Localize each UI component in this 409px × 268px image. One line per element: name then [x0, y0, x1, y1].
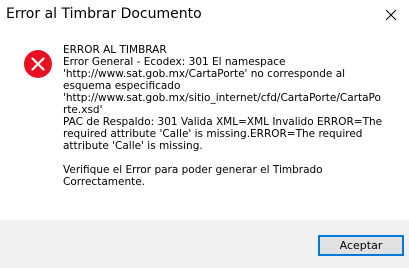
- accept-button[interactable]: Aceptar: [318, 235, 404, 256]
- error-dialog: Error al Timbrar Documento ERROR AL TIMB…: [0, 0, 409, 268]
- error-icon: [24, 50, 52, 78]
- close-button[interactable]: [373, 0, 409, 30]
- message-line: PAC de Respaldo: 301 Valida XML=XML Inva…: [63, 116, 383, 128]
- message-line: 'http://www.sat.gob.mx/sitio_internet/cf…: [63, 92, 381, 104]
- window-title: Error al Timbrar Documento: [6, 6, 202, 22]
- message-line: ERROR AL TIMBRAR: [63, 44, 167, 56]
- message-line: 'http://www.sat.gob.mx/CartaPorte' no co…: [63, 68, 346, 80]
- instruction-line: Correctamente.: [63, 176, 146, 188]
- message-area: ERROR AL TIMBRAR Error General - Ecodex:…: [0, 30, 409, 220]
- button-bar: Aceptar: [0, 220, 409, 268]
- message-line: Error General - Ecodex: 301 El namespace: [63, 56, 286, 68]
- message-line: required attribute 'Calle' is missing.ER…: [63, 128, 363, 140]
- close-icon: [385, 9, 397, 21]
- title-bar: Error al Timbrar Documento: [0, 0, 409, 30]
- error-message: ERROR AL TIMBRAR Error General - Ecodex:…: [63, 44, 383, 188]
- message-line: attribute 'Calle' is missing.: [63, 140, 203, 152]
- instruction-line: Verifique el Error para poder generar el…: [63, 164, 323, 176]
- message-line: esquema especificado: [63, 80, 181, 92]
- message-line: rte.xsd': [63, 104, 103, 116]
